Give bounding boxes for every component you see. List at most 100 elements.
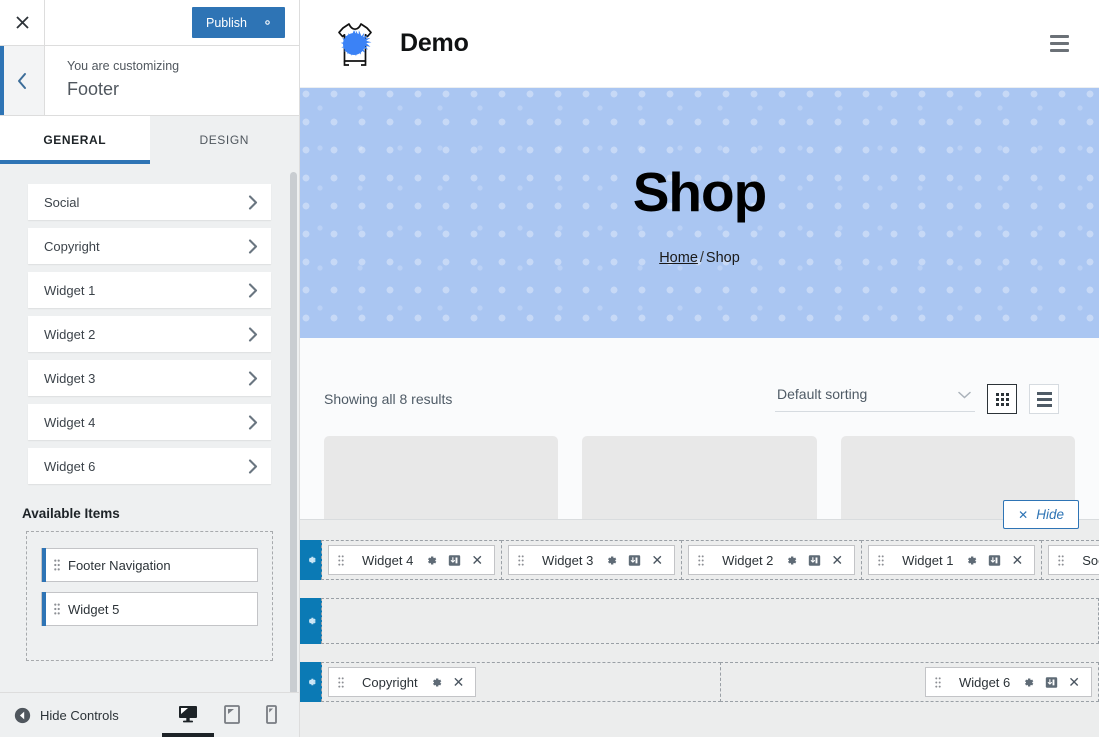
move-icon[interactable] xyxy=(1045,676,1058,689)
close-icon: ✕ xyxy=(1018,507,1029,522)
breadcrumb-current: Shop xyxy=(705,250,740,266)
drag-handle-icon[interactable] xyxy=(54,559,60,571)
gear-icon[interactable] xyxy=(605,554,618,567)
page-hero: Shop Home / Shop xyxy=(300,88,1099,338)
tab-general-label: GENERAL xyxy=(43,133,107,147)
row-3-col-2[interactable]: Widget 6 ✕ xyxy=(720,662,1099,702)
sidebar-item-social[interactable]: Social xyxy=(28,184,271,220)
sidebar-item-widget-1[interactable]: Widget 1 xyxy=(28,272,271,308)
row-1-col-4[interactable]: Widget 1 ✕ xyxy=(861,540,1043,580)
hide-button-label: Hide xyxy=(1036,507,1064,522)
tab-design-label: DESIGN xyxy=(199,133,250,147)
publish-button[interactable]: Publish xyxy=(192,7,285,38)
available-items-dropzone[interactable]: Footer Navigation Widget 5 xyxy=(26,531,273,661)
close-icon[interactable]: ✕ xyxy=(1011,553,1023,567)
sidebar-item-widget-4[interactable]: Widget 4 xyxy=(28,404,271,440)
panel-header: You are customizing Footer xyxy=(0,46,299,116)
hide-button[interactable]: ✕ Hide xyxy=(1003,500,1079,529)
row-3-col-1[interactable]: Copyright ✕ xyxy=(321,662,721,702)
chevron-right-icon xyxy=(248,326,258,342)
hamburger-menu-icon[interactable] xyxy=(1042,27,1077,60)
chip-label: Copyright xyxy=(362,674,418,690)
row-1-col-1[interactable]: Widget 4 ✕ xyxy=(321,540,503,580)
gear-icon[interactable] xyxy=(965,554,978,567)
chip-label: Widget 3 xyxy=(542,552,594,568)
chevron-left-icon xyxy=(18,72,26,89)
device-tablet-button[interactable] xyxy=(224,704,240,726)
list-view-icon xyxy=(1036,391,1052,407)
customizer-topbar: Publish xyxy=(0,0,299,46)
close-icon[interactable]: ✕ xyxy=(831,553,843,567)
site-branding[interactable]: Demo xyxy=(326,15,469,73)
gear-icon[interactable] xyxy=(1022,676,1035,689)
row-1-col-2[interactable]: Widget 3 ✕ xyxy=(501,540,683,580)
close-icon[interactable]: ✕ xyxy=(471,553,483,567)
hide-footer-editor-wrap: ✕ Hide xyxy=(1003,500,1079,529)
footer-row-2 xyxy=(300,598,1099,644)
gear-icon[interactable] xyxy=(261,16,274,29)
tab-design[interactable]: DESIGN xyxy=(149,116,299,164)
available-items-title: Available Items xyxy=(22,506,120,521)
list-view-button[interactable] xyxy=(1029,384,1059,414)
drag-handle-icon[interactable] xyxy=(698,554,704,566)
available-item-widget-5[interactable]: Widget 5 xyxy=(41,592,258,626)
breadcrumb: Home / Shop xyxy=(659,250,740,266)
gear-icon xyxy=(308,617,316,625)
move-icon[interactable] xyxy=(988,554,1001,567)
back-button[interactable] xyxy=(0,46,45,115)
hide-controls-button[interactable]: Hide Controls xyxy=(14,707,119,724)
row-1-col-5[interactable]: Social xyxy=(1041,540,1099,580)
sorting-select[interactable]: Default sorting xyxy=(775,386,975,412)
chevron-right-icon xyxy=(248,458,258,474)
move-icon[interactable] xyxy=(628,554,641,567)
sidebar-item-label: Widget 4 xyxy=(44,414,96,430)
drag-handle-icon[interactable] xyxy=(878,554,884,566)
device-mobile-button[interactable] xyxy=(266,704,277,726)
sidebar-item-widget-6[interactable]: Widget 6 xyxy=(28,448,271,484)
device-desktop-button[interactable] xyxy=(162,705,214,737)
drag-handle-icon[interactable] xyxy=(338,554,344,566)
drag-handle-icon[interactable] xyxy=(338,676,344,688)
grid-view-button[interactable] xyxy=(987,384,1017,414)
breadcrumb-separator: / xyxy=(699,250,704,266)
chip-social[interactable]: Social xyxy=(1048,545,1099,575)
publish-area: Publish xyxy=(192,7,299,38)
drag-handle-icon[interactable] xyxy=(518,554,524,566)
close-icon[interactable]: ✕ xyxy=(651,553,663,567)
chip-widget-1[interactable]: Widget 1 ✕ xyxy=(868,545,1036,575)
available-item-footer-navigation[interactable]: Footer Navigation xyxy=(41,548,258,582)
chip-widget-2[interactable]: Widget 2 ✕ xyxy=(688,545,856,575)
move-icon[interactable] xyxy=(448,554,461,567)
chip-widget-4[interactable]: Widget 4 ✕ xyxy=(328,545,496,575)
sidebar-item-copyright[interactable]: Copyright xyxy=(28,228,271,264)
row-3-settings-handle[interactable] xyxy=(300,662,322,702)
drag-handle-icon[interactable] xyxy=(1058,554,1064,566)
row-1-columns: Widget 4 ✕ Widget 3 ✕ Widget 2 ✕ Widget … xyxy=(321,540,1099,580)
drag-handle-icon[interactable] xyxy=(54,603,60,615)
gear-icon[interactable] xyxy=(430,676,443,689)
tshirt-splatter-logo xyxy=(338,22,372,66)
sidebar-item-label: Copyright xyxy=(44,238,100,254)
available-item-label: Widget 5 xyxy=(68,601,120,617)
gear-icon[interactable] xyxy=(425,554,438,567)
chip-widget-6[interactable]: Widget 6 ✕ xyxy=(924,667,1092,697)
sidebar-item-widget-3[interactable]: Widget 3 xyxy=(28,360,271,396)
row-2-col-1[interactable] xyxy=(321,598,1099,644)
sidebar-item-widget-2[interactable]: Widget 2 xyxy=(28,316,271,352)
row-2-settings-handle[interactable] xyxy=(300,598,322,644)
close-icon[interactable]: ✕ xyxy=(453,675,465,689)
drag-handle-icon[interactable] xyxy=(935,676,941,688)
tab-general[interactable]: GENERAL xyxy=(0,116,150,164)
sidebar-scrollbar[interactable] xyxy=(290,172,297,692)
close-customizer-button[interactable] xyxy=(0,0,45,45)
move-icon[interactable] xyxy=(808,554,821,567)
chevron-right-icon xyxy=(248,370,258,386)
chip-widget-3[interactable]: Widget 3 ✕ xyxy=(508,545,676,575)
row-1-col-3[interactable]: Widget 2 ✕ xyxy=(681,540,863,580)
breadcrumb-home-link[interactable]: Home xyxy=(659,250,698,266)
row-1-settings-handle[interactable] xyxy=(300,540,322,580)
gear-icon[interactable] xyxy=(785,554,798,567)
close-icon[interactable]: ✕ xyxy=(1068,675,1080,689)
chevron-right-icon xyxy=(248,194,258,210)
chip-copyright[interactable]: Copyright ✕ xyxy=(328,667,477,697)
